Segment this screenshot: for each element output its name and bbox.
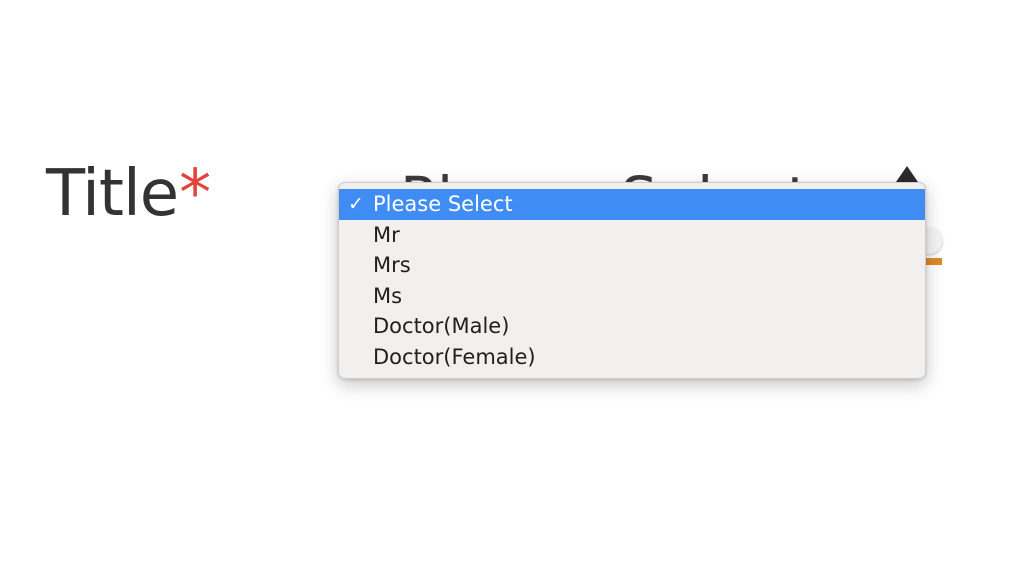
option-mr[interactable]: Mr — [339, 220, 925, 251]
option-label: Mrs — [373, 253, 411, 277]
option-label: Please Select — [373, 192, 513, 216]
title-label-text: Title — [46, 157, 179, 231]
title-dropdown-menu: ✓ Please Select Mr Mrs Ms Doctor(Male) D… — [338, 182, 926, 379]
form-page: Title* Please Select ✓ Please Select Mr … — [0, 0, 1024, 576]
option-mrs[interactable]: Mrs — [339, 250, 925, 281]
required-asterisk: * — [179, 157, 211, 231]
option-doctor-female[interactable]: Doctor(Female) — [339, 342, 925, 373]
option-label: Ms — [373, 283, 403, 308]
option-label: Doctor(Male) — [373, 314, 510, 338]
option-please-select[interactable]: ✓ Please Select — [339, 189, 925, 220]
option-doctor-male[interactable]: Doctor(Male) — [339, 311, 925, 342]
option-label: Doctor(Female) — [373, 344, 536, 369]
chevron-up-icon — [896, 166, 918, 182]
title-field-label: Title* — [46, 162, 211, 226]
option-ms[interactable]: Ms — [339, 281, 925, 312]
checkmark-icon: ✓ — [348, 193, 364, 215]
option-label: Mr — [373, 222, 400, 247]
